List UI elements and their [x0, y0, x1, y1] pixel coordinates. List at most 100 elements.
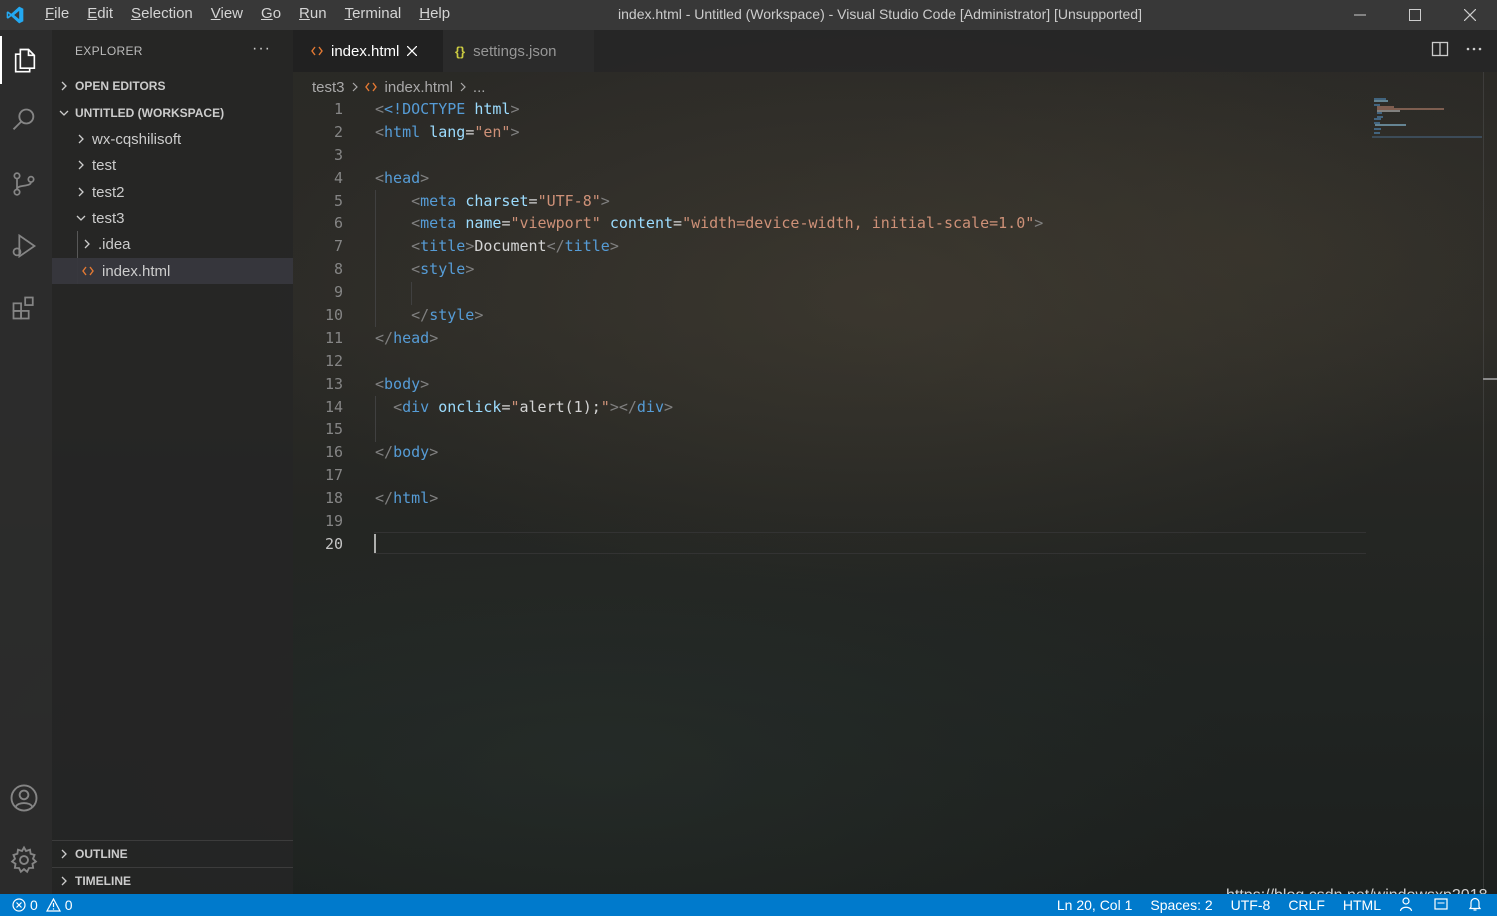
- html-file-icon: [364, 82, 377, 92]
- tree-item-label: .idea: [98, 235, 131, 253]
- chevron-right-icon: [52, 81, 75, 91]
- breadcrumb-file[interactable]: index.html: [385, 79, 453, 96]
- menu-go[interactable]: Go: [252, 0, 290, 30]
- code-line: 10 </style>: [324, 306, 484, 325]
- cursor-position[interactable]: Ln 20, Col 1: [1057, 897, 1133, 913]
- html-file-icon: [311, 46, 323, 56]
- tree-folder-test2[interactable]: test2: [52, 179, 293, 205]
- close-window-button[interactable]: [1442, 0, 1497, 30]
- tree-folder-test[interactable]: test: [52, 152, 293, 178]
- maximize-icon: [1408, 9, 1421, 21]
- tree-file-index-html[interactable]: index.html: [52, 258, 293, 284]
- end-of-line[interactable]: CRLF: [1288, 897, 1325, 913]
- extensions-activity[interactable]: [0, 284, 48, 332]
- feedback-button[interactable]: [1433, 896, 1449, 915]
- tab-label: index.html: [331, 42, 400, 60]
- chevron-right-icon: [52, 239, 98, 249]
- close-icon: [1463, 9, 1476, 21]
- menu-run[interactable]: Run: [290, 0, 336, 30]
- explorer-activity[interactable]: [0, 36, 48, 84]
- chevron-right-icon: [52, 876, 75, 886]
- more-actions-button[interactable]: [1465, 40, 1483, 61]
- tree-folder-wx-cqshilisoft[interactable]: wx-cqshilisoft: [52, 126, 293, 152]
- language-mode[interactable]: HTML: [1343, 897, 1381, 913]
- tree-item-label: test2: [92, 183, 125, 201]
- text-cursor: [374, 534, 376, 553]
- split-editor-button[interactable]: [1431, 40, 1449, 61]
- minimap[interactable]: [1372, 96, 1482, 138]
- code-editor[interactable]: 1 <<!DOCTYPE html> 2 <html lang="en"> 3 4 <…: [293, 98, 1483, 556]
- sidebar-title: EXPLORER: [75, 44, 143, 58]
- chevron-right-icon: [459, 79, 467, 96]
- code-line: 18 </html>: [324, 489, 439, 508]
- workspace-label: UNTITLED (WORKSPACE): [75, 106, 225, 120]
- accounts-activity[interactable]: [0, 774, 48, 822]
- person-icon: [1399, 896, 1413, 911]
- status-bar: 0 0 Ln 20, Col 1 Spaces: 2 UTF-8 CRLF HT…: [0, 894, 1497, 916]
- outline-section[interactable]: OUTLINE: [52, 841, 293, 867]
- tab-label: settings.json: [473, 42, 557, 60]
- menu-selection[interactable]: Selection: [122, 0, 202, 30]
- code-line: 5 <meta charset="UTF-8">: [333, 191, 610, 210]
- editor-scrollbar[interactable]: [1483, 72, 1497, 894]
- menu-file[interactable]: File: [36, 0, 78, 30]
- notifications-button[interactable]: [1467, 896, 1483, 915]
- source-control-activity[interactable]: [0, 160, 48, 208]
- bell-icon: [1468, 897, 1482, 911]
- explorer-sidebar: EXPLORER ··· OPEN EDITORS UNTITLED (WORK…: [52, 30, 293, 894]
- window-controls: [1332, 0, 1497, 30]
- code-line: 17: [324, 466, 343, 485]
- feedback-icon: [1434, 897, 1448, 910]
- breadcrumb-more[interactable]: ...: [473, 79, 486, 96]
- encoding[interactable]: UTF-8: [1231, 897, 1271, 913]
- tree-item-label: wx-cqshilisoft: [92, 130, 182, 148]
- sidebar-more-button[interactable]: ···: [252, 40, 271, 58]
- menu-edit[interactable]: Edit: [78, 0, 122, 30]
- tree-folder-idea[interactable]: .idea: [52, 231, 293, 257]
- manage-activity[interactable]: [0, 836, 48, 884]
- warning-count: 0: [64, 897, 73, 913]
- timeline-label: TIMELINE: [75, 874, 131, 888]
- code-line: 4 <head>: [333, 168, 430, 187]
- json-file-icon: {}: [455, 43, 466, 59]
- code-line: 11 </head>: [324, 328, 439, 347]
- error-icon: [12, 898, 26, 912]
- account-icon: [10, 784, 38, 812]
- tab-close-button[interactable]: [407, 46, 418, 56]
- code-line: 7 <title>Document</title>: [333, 237, 619, 256]
- tab-settings-json[interactable]: {} settings.json: [443, 30, 594, 72]
- menu-view[interactable]: View: [202, 0, 252, 30]
- code-line: 9: [333, 283, 343, 302]
- indentation[interactable]: Spaces: 2: [1150, 897, 1212, 913]
- search-activity[interactable]: [0, 96, 48, 144]
- run-debug-activity[interactable]: [0, 222, 48, 270]
- activity-bar: [0, 30, 52, 894]
- chevron-down-icon: [52, 213, 92, 223]
- code-line: 14 <div onclick="alert(1);"></div>: [324, 397, 674, 416]
- open-editors-section[interactable]: OPEN EDITORS: [52, 73, 293, 99]
- vscode-logo-icon[interactable]: [0, 0, 30, 30]
- html-file-icon: [52, 266, 102, 276]
- workspace-section[interactable]: UNTITLED (WORKSPACE): [52, 100, 293, 126]
- minimize-button[interactable]: [1332, 0, 1387, 30]
- live-share-button[interactable]: [1399, 896, 1415, 915]
- menu-help[interactable]: Help: [410, 0, 459, 30]
- chevron-right-icon: [52, 134, 92, 144]
- chevron-right-icon: [351, 79, 359, 96]
- timeline-section[interactable]: TIMELINE: [52, 868, 293, 894]
- editor-actions: [1431, 40, 1483, 61]
- tree-folder-test3[interactable]: test3: [52, 205, 293, 231]
- problems-indicator[interactable]: 0 0: [12, 894, 73, 916]
- breadcrumb: test3 index.html ...: [312, 77, 485, 97]
- chevron-down-icon: [52, 108, 75, 118]
- maximize-button[interactable]: [1387, 0, 1442, 30]
- gear-icon: [10, 845, 38, 874]
- breadcrumb-folder[interactable]: test3: [312, 79, 345, 96]
- code-line: 8 <style>: [333, 260, 475, 279]
- chevron-right-icon: [52, 849, 75, 859]
- tab-index-html[interactable]: index.html: [293, 30, 443, 72]
- editor-tabs: index.html {} settings.json: [293, 30, 1497, 72]
- tree-item-label: test: [92, 156, 117, 174]
- close-icon: [407, 46, 418, 56]
- menu-terminal[interactable]: Terminal: [336, 0, 411, 30]
